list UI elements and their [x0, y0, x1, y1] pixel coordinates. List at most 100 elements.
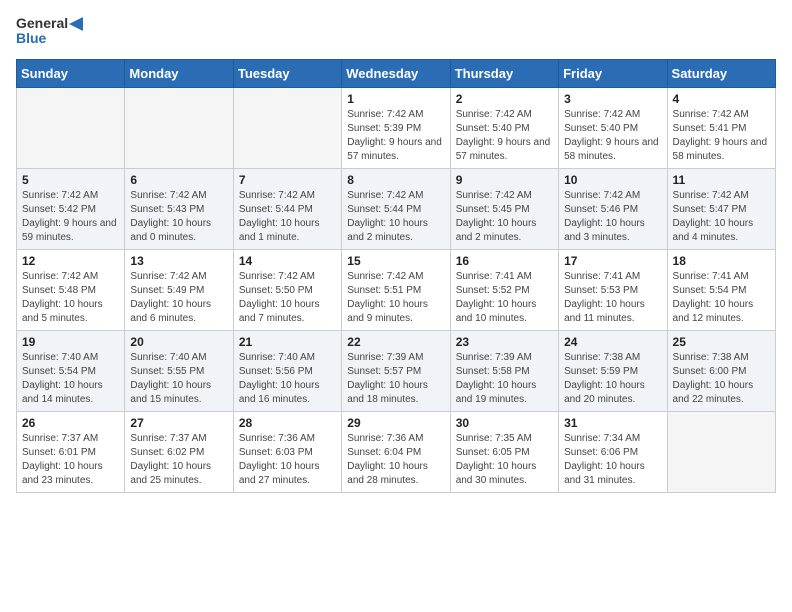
day-number: 23	[456, 335, 553, 349]
weekday-header-row: SundayMondayTuesdayWednesdayThursdayFrid…	[17, 59, 776, 87]
calendar-cell: 1 Sunrise: 7:42 AMSunset: 5:39 PMDaylight…	[342, 87, 450, 168]
day-number: 2	[456, 92, 553, 106]
calendar-week-row: 1 Sunrise: 7:42 AMSunset: 5:39 PMDaylight…	[17, 87, 776, 168]
day-number: 12	[22, 254, 119, 268]
day-number: 24	[564, 335, 661, 349]
day-info: Sunrise: 7:42 AMSunset: 5:49 PMDaylight:…	[130, 270, 227, 326]
calendar-cell: 7 Sunrise: 7:42 AMSunset: 5:44 PMDaylight…	[233, 168, 341, 249]
calendar-cell: 22 Sunrise: 7:39 AMSunset: 5:57 PMDayligh…	[342, 330, 450, 411]
day-info: Sunrise: 7:36 AMSunset: 6:03 PMDaylight:…	[239, 432, 336, 488]
day-number: 10	[564, 173, 661, 187]
day-info: Sunrise: 7:42 AMSunset: 5:44 PMDaylight:…	[239, 189, 336, 245]
day-number: 8	[347, 173, 444, 187]
calendar-cell: 27Sunrise: 7:37 AMSunset: 6:02 PMDayligh…	[125, 411, 233, 492]
day-number: 6	[130, 173, 227, 187]
calendar-cell	[233, 87, 341, 168]
calendar-cell: 3 Sunrise: 7:42 AMSunset: 5:40 PMDaylight…	[559, 87, 667, 168]
day-number: 28	[239, 416, 336, 430]
calendar-week-row: 12 Sunrise: 7:42 AMSunset: 5:48 PMDayligh…	[17, 249, 776, 330]
calendar-cell: 18 Sunrise: 7:41 AMSunset: 5:54 PMDayligh…	[667, 249, 775, 330]
day-info: Sunrise: 7:42 AMSunset: 5:39 PMDaylight:…	[347, 108, 444, 164]
day-info: Sunrise: 7:37 AMSunset: 6:01 PMDaylight:…	[22, 432, 119, 488]
day-info: Sunrise: 7:42 AMSunset: 5:40 PMDaylight:…	[564, 108, 661, 164]
calendar-cell	[667, 411, 775, 492]
calendar-cell: 9 Sunrise: 7:42 AMSunset: 5:45 PMDaylight…	[450, 168, 558, 249]
day-info: Sunrise: 7:42 AMSunset: 5:50 PMDaylight:…	[239, 270, 336, 326]
calendar-cell: 2 Sunrise: 7:42 AMSunset: 5:40 PMDaylight…	[450, 87, 558, 168]
day-info: Sunrise: 7:39 AMSunset: 5:57 PMDaylight:…	[347, 351, 444, 407]
day-info: Sunrise: 7:42 AMSunset: 5:45 PMDaylight:…	[456, 189, 553, 245]
day-info: Sunrise: 7:38 AMSunset: 6:00 PMDaylight:…	[673, 351, 770, 407]
day-number: 16	[456, 254, 553, 268]
calendar-cell: 11Sunrise: 7:42 AMSunset: 5:47 PMDayligh…	[667, 168, 775, 249]
day-number: 31	[564, 416, 661, 430]
calendar-cell	[17, 87, 125, 168]
calendar-cell: 17 Sunrise: 7:41 AMSunset: 5:53 PMDayligh…	[559, 249, 667, 330]
calendar-cell: 19Sunrise: 7:40 AMSunset: 5:54 PMDayligh…	[17, 330, 125, 411]
day-number: 15	[347, 254, 444, 268]
weekday-header-monday: Monday	[125, 59, 233, 87]
calendar-cell: 30 Sunrise: 7:35 AMSunset: 6:05 PMDayligh…	[450, 411, 558, 492]
day-info: Sunrise: 7:42 AMSunset: 5:44 PMDaylight:…	[347, 189, 444, 245]
day-number: 20	[130, 335, 227, 349]
day-number: 18	[673, 254, 770, 268]
day-number: 26	[22, 416, 119, 430]
day-number: 5	[22, 173, 119, 187]
calendar-cell: 25 Sunrise: 7:38 AMSunset: 6:00 PMDayligh…	[667, 330, 775, 411]
day-number: 22	[347, 335, 444, 349]
calendar-cell: 13Sunrise: 7:42 AMSunset: 5:49 PMDayligh…	[125, 249, 233, 330]
day-info: Sunrise: 7:39 AMSunset: 5:58 PMDaylight:…	[456, 351, 553, 407]
day-info: Sunrise: 7:41 AMSunset: 5:53 PMDaylight:…	[564, 270, 661, 326]
calendar-cell: 23 Sunrise: 7:39 AMSunset: 5:58 PMDayligh…	[450, 330, 558, 411]
day-info: Sunrise: 7:34 AMSunset: 6:06 PMDaylight:…	[564, 432, 661, 488]
day-info: Sunrise: 7:41 AMSunset: 5:52 PMDaylight:…	[456, 270, 553, 326]
logo: GeneralBlue	[16, 16, 84, 47]
calendar-cell: 21Sunrise: 7:40 AMSunset: 5:56 PMDayligh…	[233, 330, 341, 411]
calendar-cell: 31 Sunrise: 7:34 AMSunset: 6:06 PMDayligh…	[559, 411, 667, 492]
day-info: Sunrise: 7:41 AMSunset: 5:54 PMDaylight:…	[673, 270, 770, 326]
weekday-header-friday: Friday	[559, 59, 667, 87]
day-number: 25	[673, 335, 770, 349]
day-info: Sunrise: 7:42 AMSunset: 5:42 PMDaylight:…	[22, 189, 119, 245]
day-info: Sunrise: 7:42 AMSunset: 5:40 PMDaylight:…	[456, 108, 553, 164]
calendar-cell: 6 Sunrise: 7:42 AMSunset: 5:43 PMDaylight…	[125, 168, 233, 249]
day-number: 4	[673, 92, 770, 106]
calendar-cell: 16 Sunrise: 7:41 AMSunset: 5:52 PMDayligh…	[450, 249, 558, 330]
day-info: Sunrise: 7:38 AMSunset: 5:59 PMDaylight:…	[564, 351, 661, 407]
day-info: Sunrise: 7:42 AMSunset: 5:43 PMDaylight:…	[130, 189, 227, 245]
calendar-cell: 20 Sunrise: 7:40 AMSunset: 5:55 PMDayligh…	[125, 330, 233, 411]
day-number: 30	[456, 416, 553, 430]
calendar-cell: 26 Sunrise: 7:37 AMSunset: 6:01 PMDayligh…	[17, 411, 125, 492]
day-number: 7	[239, 173, 336, 187]
day-number: 3	[564, 92, 661, 106]
calendar-table: SundayMondayTuesdayWednesdayThursdayFrid…	[16, 59, 776, 493]
day-info: Sunrise: 7:37 AMSunset: 6:02 PMDaylight:…	[130, 432, 227, 488]
calendar-week-row: 26 Sunrise: 7:37 AMSunset: 6:01 PMDayligh…	[17, 411, 776, 492]
calendar-cell: 29 Sunrise: 7:36 AMSunset: 6:04 PMDayligh…	[342, 411, 450, 492]
day-info: Sunrise: 7:40 AMSunset: 5:55 PMDaylight:…	[130, 351, 227, 407]
day-info: Sunrise: 7:35 AMSunset: 6:05 PMDaylight:…	[456, 432, 553, 488]
calendar-cell: 15 Sunrise: 7:42 AMSunset: 5:51 PMDayligh…	[342, 249, 450, 330]
calendar-cell: 5 Sunrise: 7:42 AMSunset: 5:42 PMDaylight…	[17, 168, 125, 249]
day-number: 9	[456, 173, 553, 187]
weekday-header-saturday: Saturday	[667, 59, 775, 87]
day-number: 17	[564, 254, 661, 268]
calendar-cell: 28 Sunrise: 7:36 AMSunset: 6:03 PMDayligh…	[233, 411, 341, 492]
calendar-cell: 14 Sunrise: 7:42 AMSunset: 5:50 PMDayligh…	[233, 249, 341, 330]
day-info: Sunrise: 7:42 AMSunset: 5:48 PMDaylight:…	[22, 270, 119, 326]
calendar-cell: 8 Sunrise: 7:42 AMSunset: 5:44 PMDaylight…	[342, 168, 450, 249]
calendar-week-row: 5 Sunrise: 7:42 AMSunset: 5:42 PMDaylight…	[17, 168, 776, 249]
day-info: Sunrise: 7:42 AMSunset: 5:47 PMDaylight:…	[673, 189, 770, 245]
day-number: 1	[347, 92, 444, 106]
day-number: 14	[239, 254, 336, 268]
calendar-cell	[125, 87, 233, 168]
day-info: Sunrise: 7:42 AMSunset: 5:51 PMDaylight:…	[347, 270, 444, 326]
calendar-cell: 4Sunrise: 7:42 AMSunset: 5:41 PMDaylight…	[667, 87, 775, 168]
logo-text: GeneralBlue	[16, 16, 84, 47]
weekday-header-thursday: Thursday	[450, 59, 558, 87]
day-number: 19	[22, 335, 119, 349]
day-number: 29	[347, 416, 444, 430]
day-info: Sunrise: 7:36 AMSunset: 6:04 PMDaylight:…	[347, 432, 444, 488]
day-info: Sunrise: 7:42 AMSunset: 5:46 PMDaylight:…	[564, 189, 661, 245]
day-number: 21	[239, 335, 336, 349]
